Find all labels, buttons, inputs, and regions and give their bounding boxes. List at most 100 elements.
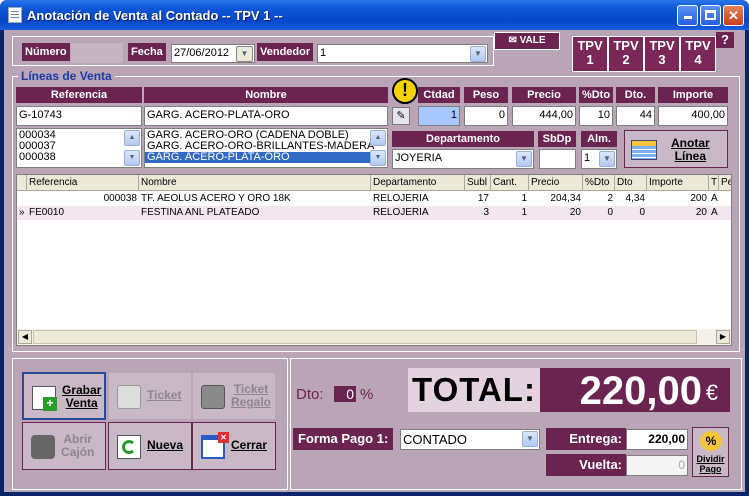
cerrar-label: Cerrar [231, 438, 268, 452]
dto-input[interactable]: 44 [616, 106, 655, 126]
chevron-down-icon: ▼ [240, 49, 249, 58]
chevron-down-icon: ▼ [603, 154, 611, 163]
total-display: 220,00 € [540, 368, 730, 413]
nombre-label: Nombre [144, 87, 388, 103]
list-item-selected[interactable]: GARG. ACERO-PLATA-ORO [145, 152, 371, 163]
departamento-select[interactable]: JOYERIA [392, 149, 534, 169]
col-departamento[interactable]: Departamento [371, 175, 465, 191]
col-precio[interactable]: Precio [529, 175, 583, 191]
vendedor-dropdown-button[interactable]: ▼ [470, 46, 486, 62]
col-pdto[interactable]: %Dto [583, 175, 615, 191]
cell-dto: 0 [639, 207, 645, 218]
departamento-dropdown-button[interactable]: ▼ [516, 151, 532, 167]
list-item[interactable]: 000038 [17, 152, 141, 163]
tab-tpv-3[interactable]: TPV 3 [644, 36, 680, 72]
pdto-input[interactable]: 10 [579, 106, 613, 126]
col-dto[interactable]: Dto [615, 175, 647, 191]
ticket-label: Ticket [147, 388, 182, 402]
ref-list-scroll-up[interactable]: ▲ [124, 130, 140, 146]
col-t[interactable]: T [709, 175, 719, 191]
grabar-label-1: Grabar [62, 383, 102, 397]
precio-input[interactable]: 444,00 [512, 106, 576, 126]
ref-list-scroll-down[interactable]: ▼ [124, 150, 140, 166]
referencia-input[interactable]: G-10743 [16, 106, 142, 126]
cell-subl: 17 [477, 193, 489, 204]
ctdad-label: Ctdad [418, 87, 460, 103]
col-referencia[interactable]: Referencia [27, 175, 139, 191]
title-bar[interactable]: Anotación de Venta al Contado -- TPV 1 -… [0, 0, 749, 30]
forma-pago-dropdown-button[interactable]: ▼ [522, 431, 538, 447]
name-list-scroll-up[interactable]: ▲ [370, 130, 386, 146]
vendedor-select[interactable]: 1 [317, 44, 488, 63]
dividir-pago-button[interactable]: % Dividir Pago [692, 427, 729, 477]
grid-horizontal-scrollbar[interactable]: ◀ ▶ [17, 329, 731, 345]
total-label: TOTAL: [408, 368, 540, 412]
peso-input[interactable]: 0 [464, 106, 508, 126]
cell-subl: 3 [483, 207, 489, 218]
chevron-up-icon: ▲ [128, 134, 136, 141]
nombre-input[interactable]: GARG. ACERO-PLATA-ORO [144, 106, 388, 126]
numero-field[interactable] [71, 43, 123, 63]
anotar-linea-button[interactable]: Anotar Línea [624, 130, 728, 168]
col-importe[interactable]: Importe [647, 175, 709, 191]
ticket-icon: ✉ [508, 35, 520, 46]
cell-cant: 1 [521, 193, 527, 204]
lines-grid[interactable]: Referencia Nombre Departamento Subl Cant… [16, 174, 732, 346]
forma-pago-label: Forma Pago 1: [293, 428, 394, 450]
help-button[interactable]: ? [716, 32, 734, 48]
grabar-venta-button[interactable]: + Grabar Venta [22, 372, 106, 420]
tab-tpv-2[interactable]: TPV 2 [608, 36, 644, 72]
ticket-button[interactable]: Ticket [108, 372, 192, 420]
alm-dropdown-button[interactable]: ▼ [599, 151, 615, 167]
cell-t: A [711, 207, 718, 218]
cerrar-button[interactable]: ✕ Cerrar [192, 422, 276, 470]
tpv-tab-number: 2 [622, 52, 630, 67]
tpv-tab-label: TPV [685, 38, 711, 53]
scroll-thumb[interactable] [33, 330, 697, 344]
anotar-label-1: Anotar [671, 136, 710, 150]
minimize-button[interactable] [677, 5, 698, 26]
entrega-input[interactable]: 220,00 [626, 429, 688, 450]
alm-label: Alm. [581, 131, 617, 147]
ticket-regalo-button[interactable]: Ticket Regalo [192, 372, 276, 420]
dividir-pago-label: Dividir Pago [693, 454, 728, 474]
cell-cant: 1 [521, 207, 527, 218]
table-row[interactable]: 000038 TF. AEOLUS ACERO Y ORO 18K RELOJE… [17, 192, 731, 206]
ctdad-input[interactable]: 1 [418, 106, 460, 126]
departamento-value: JOYERIA [395, 152, 443, 164]
tab-tpv-1[interactable]: TPV 1 [572, 36, 608, 72]
col-subl[interactable]: Subl [465, 175, 491, 191]
cell-departamento: RELOJERIA [373, 193, 429, 204]
scroll-left-button[interactable]: ◀ [18, 330, 32, 344]
chevron-right-icon: ▶ [719, 332, 727, 341]
col-cant[interactable]: Cant. [491, 175, 529, 191]
col-nombre[interactable]: Nombre [139, 175, 371, 191]
maximize-button[interactable] [700, 5, 721, 26]
lineas-section-title: Líneas de Venta [18, 69, 115, 83]
cell-pdto: 0 [607, 207, 613, 218]
nombre-list[interactable]: GARG. ACERO-ORO (CADENA DOBLE) GARG. ACE… [144, 128, 388, 168]
grid-header: Referencia Nombre Departamento Subl Cant… [17, 175, 731, 191]
fecha-value: 27/06/2012 [174, 47, 230, 59]
precio-label: Precio [512, 87, 576, 103]
col-pe[interactable]: Pe [719, 175, 731, 191]
fecha-dropdown-button[interactable]: ▼ [236, 46, 253, 62]
sbdp-input[interactable] [539, 149, 576, 169]
vale-button[interactable]: ✉ VALE [494, 32, 560, 50]
forma-pago-select[interactable]: CONTADO [400, 429, 540, 450]
importe-input[interactable]: 400,00 [658, 106, 728, 126]
tab-tpv-4[interactable]: TPV 4 [680, 36, 716, 72]
tpv-tab-label: TPV [649, 38, 675, 53]
table-row[interactable]: » FE0010 FESTINA ANL PLATEADO RELOJERIA … [17, 206, 731, 220]
abrir-cajon-button[interactable]: Abrir Cajón [22, 422, 106, 470]
sbdp-label: SbDp [538, 131, 576, 147]
scroll-right-button[interactable]: ▶ [716, 330, 730, 344]
close-button[interactable]: ✕ [723, 5, 744, 26]
nueva-button[interactable]: Nueva [108, 422, 192, 470]
dto-total-input[interactable]: 0 [334, 386, 356, 402]
grid-marker-header [17, 175, 27, 191]
name-list-scroll-down[interactable]: ▼ [370, 150, 386, 166]
edit-note-button[interactable]: ✎ [392, 107, 410, 125]
help-icon: ? [721, 32, 729, 47]
chevron-left-icon: ◀ [21, 332, 29, 341]
